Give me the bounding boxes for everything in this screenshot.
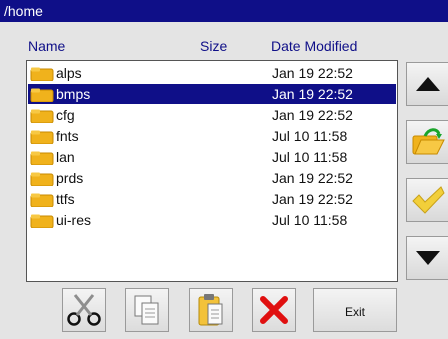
copy-icon xyxy=(134,295,159,325)
file-date: Jan 19 22:52 xyxy=(272,170,353,186)
file-date: Jan 19 22:52 xyxy=(272,191,353,207)
folder-icon xyxy=(30,130,54,144)
folder-icon xyxy=(30,88,54,102)
header-name[interactable]: Name xyxy=(28,38,65,54)
exit-button-label: Exit xyxy=(344,305,365,319)
open-folder-icon xyxy=(412,128,445,155)
file-list[interactable]: alps Jan 19 22:52 bmps Jan 19 22:52 cfg … xyxy=(26,60,398,282)
file-name: lan xyxy=(56,149,75,165)
file-row-prds[interactable]: prds Jan 19 22:52 xyxy=(28,168,396,188)
folder-icon xyxy=(30,67,54,81)
folder-icon xyxy=(30,151,54,165)
copy-button[interactable] xyxy=(125,288,169,332)
cut-button[interactable] xyxy=(62,288,106,332)
exit-button[interactable]: Exit xyxy=(313,288,397,332)
delete-button[interactable] xyxy=(252,288,296,332)
folder-icon xyxy=(30,214,54,228)
folder-icon xyxy=(30,193,54,207)
file-date: Jan 19 22:52 xyxy=(272,107,353,123)
open-folder-button[interactable] xyxy=(406,120,448,164)
file-row-lan[interactable]: lan Jul 10 11:58 xyxy=(28,147,396,167)
path-bar: /home xyxy=(0,0,448,22)
arrow-down-icon xyxy=(416,251,440,265)
file-date: Jan 19 22:52 xyxy=(272,86,353,102)
file-name: bmps xyxy=(56,86,91,102)
header-size[interactable]: Size xyxy=(200,38,227,54)
scroll-down-button[interactable] xyxy=(406,236,448,280)
paste-button[interactable] xyxy=(189,288,233,332)
scissors-icon xyxy=(67,294,101,326)
paste-icon xyxy=(198,294,223,326)
file-name: prds xyxy=(56,170,84,186)
file-row-alps[interactable]: alps Jan 19 22:52 xyxy=(28,63,396,83)
file-name: alps xyxy=(56,65,82,81)
file-row-cfg[interactable]: cfg Jan 19 22:52 xyxy=(28,105,396,125)
arrow-up-icon xyxy=(416,77,440,91)
file-name: ui-res xyxy=(56,212,92,228)
file-name: ttfs xyxy=(56,191,75,207)
folder-icon xyxy=(30,109,54,123)
scroll-up-button[interactable] xyxy=(406,62,448,106)
folder-icon xyxy=(30,172,54,186)
file-name: cfg xyxy=(56,107,75,123)
file-row-bmps[interactable]: bmps Jan 19 22:52 xyxy=(28,84,396,104)
file-row-fnts[interactable]: fnts Jul 10 11:58 xyxy=(28,126,396,146)
file-date: Jul 10 11:58 xyxy=(272,149,348,165)
column-headers: Name Size Date Modified xyxy=(0,38,400,56)
file-date: Jul 10 11:58 xyxy=(272,128,348,144)
path-label: /home xyxy=(4,3,43,19)
header-date[interactable]: Date Modified xyxy=(271,38,357,54)
file-date: Jul 10 11:58 xyxy=(272,212,348,228)
delete-x-icon xyxy=(260,296,288,324)
checkmark-icon xyxy=(412,186,445,214)
confirm-button[interactable] xyxy=(406,178,448,222)
file-date: Jan 19 22:52 xyxy=(272,65,353,81)
file-row-ui-res[interactable]: ui-res Jul 10 11:58 xyxy=(28,210,396,230)
file-row-ttfs[interactable]: ttfs Jan 19 22:52 xyxy=(28,189,396,209)
file-name: fnts xyxy=(56,128,79,144)
